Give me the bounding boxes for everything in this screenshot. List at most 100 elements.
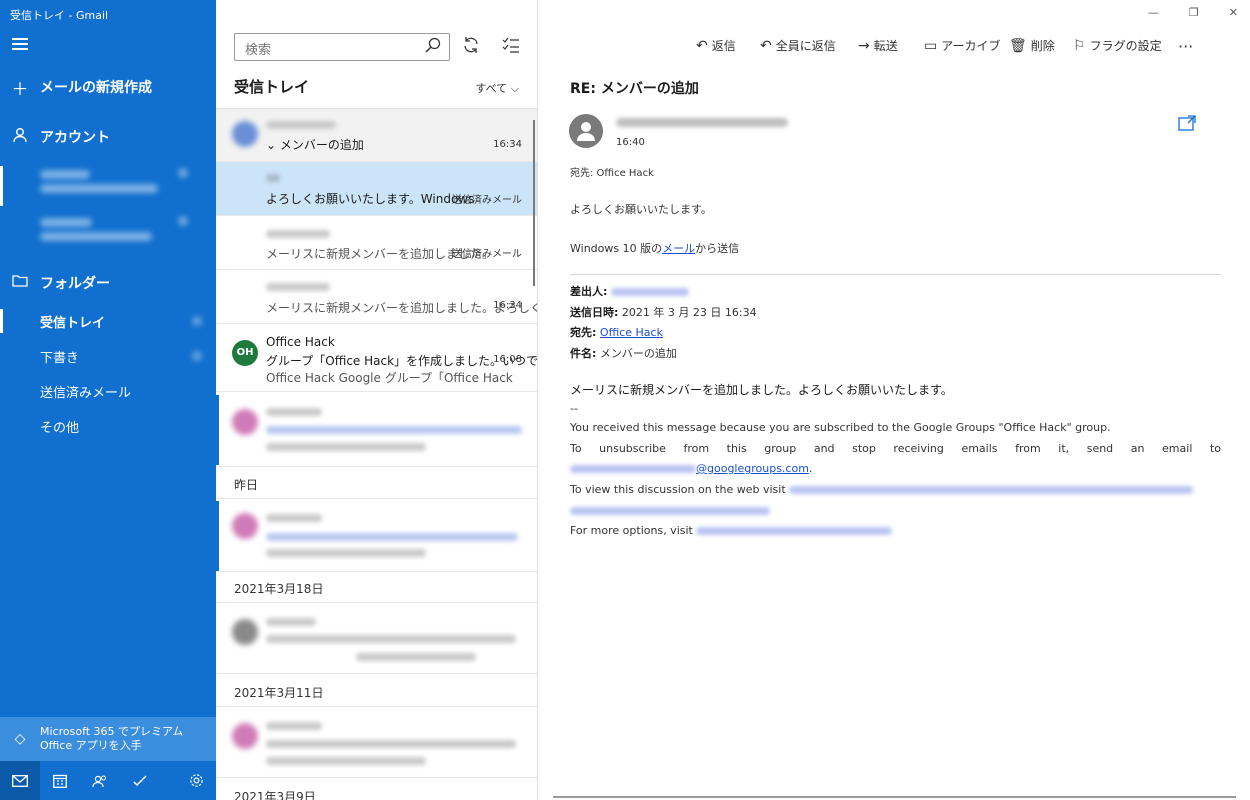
- search-placeholder: 検索: [245, 43, 272, 58]
- message-time: 16:40: [616, 137, 645, 148]
- recipient-line: 宛先: Office Hack: [570, 168, 654, 179]
- more-options-text: For more options, visit: [570, 524, 693, 537]
- quoted-date: 送信日時: 2021 年 3 月 23 日 16:34: [570, 304, 757, 320]
- unsubscribe-line: To unsubscribe from this group and stop …: [570, 442, 1221, 455]
- list-item[interactable]: [216, 393, 537, 467]
- sender-name: [266, 618, 316, 626]
- account-item[interactable]: [0, 208, 216, 252]
- date-value: 2021 年 3 月 23 日 16:34: [621, 306, 757, 319]
- avatar: [232, 619, 258, 645]
- folder-drafts[interactable]: 下書き: [0, 339, 216, 373]
- discussion-link[interactable]: [570, 507, 770, 515]
- promo-text: Microsoft 365 でプレミアム Office アプリを入手: [40, 725, 184, 752]
- trash-icon: 🗑: [1009, 37, 1027, 54]
- reply-all-icon: ↶: [760, 37, 772, 54]
- mail-icon[interactable]: [0, 761, 40, 800]
- message-list-pane: 検索 受信トレイ すべて ⌵ ⌄ メンバーの追加 16:34 よろしくお願いいた…: [216, 0, 538, 800]
- new-mail-button[interactable]: ＋ メールの新規作成: [0, 70, 216, 104]
- filter-label: すべて: [475, 82, 508, 95]
- date-header: 2021年3月18日: [234, 582, 324, 596]
- calendar-icon[interactable]: [40, 761, 80, 800]
- forward-button[interactable]: → 転送: [858, 37, 898, 54]
- forward-label: 転送: [873, 39, 898, 53]
- folder-sent[interactable]: 送信済みメール: [0, 374, 216, 408]
- inbox-title: 受信トレイ: [234, 78, 310, 96]
- open-in-new-window-icon[interactable]: [1178, 115, 1196, 135]
- folder-inbox[interactable]: 受信トレイ: [0, 304, 216, 338]
- to-link[interactable]: Office Hack: [600, 326, 663, 339]
- flag-button[interactable]: ⚐ フラグの設定: [1073, 37, 1162, 54]
- email-link[interactable]: [570, 465, 696, 473]
- options-link[interactable]: [696, 527, 893, 535]
- chevron-down-icon: ⌵: [510, 82, 519, 95]
- from-link[interactable]: [610, 288, 689, 296]
- selection-mode-icon[interactable]: [500, 36, 522, 58]
- person-icon: [0, 127, 40, 148]
- message-time: 16:34: [493, 300, 522, 311]
- list-item[interactable]: [216, 706, 537, 778]
- premium-promo[interactable]: ◇ Microsoft 365 でプレミアム Office アプリを入手: [0, 717, 216, 761]
- archive-button[interactable]: ▭ アーカイブ: [924, 37, 1001, 54]
- window-controls: — ❐ ✕: [1148, 6, 1238, 19]
- sent-from-line: Windows 10 版のメールから送信: [570, 240, 739, 256]
- view-discussion-line: To view this discussion on the web visit: [570, 483, 1221, 496]
- unsubscribe-email: @googlegroups.com.: [570, 462, 1221, 475]
- accounts-header[interactable]: アカウント: [0, 120, 216, 154]
- folders-header[interactable]: フォルダー: [0, 266, 216, 300]
- email-domain-link[interactable]: @googlegroups.com: [696, 462, 809, 475]
- sender-name: [266, 283, 330, 291]
- filter-dropdown[interactable]: すべて ⌵: [475, 80, 519, 96]
- list-item[interactable]: [216, 498, 537, 572]
- message-preview: Office Hack Google グループ「Office Hack: [266, 371, 513, 385]
- chevron-down-icon: ⌄: [266, 138, 277, 152]
- date-header: 2021年3月11日: [234, 686, 324, 700]
- conversation-thread[interactable]: ⌄ メンバーの追加 16:34: [216, 108, 537, 162]
- delete-button[interactable]: 🗑 削除: [1009, 37, 1055, 54]
- mail-app-link[interactable]: メール: [662, 242, 695, 255]
- todo-icon[interactable]: [120, 761, 160, 800]
- discussion-link-cont: [570, 504, 1221, 517]
- horizontal-scrollbar[interactable]: [553, 796, 1236, 798]
- avatar: [232, 723, 258, 749]
- message-preview: [266, 443, 426, 451]
- greeting-text: よろしくお願いいたします。: [570, 203, 712, 216]
- reply-button[interactable]: ↶ 返信: [696, 37, 736, 54]
- new-mail-label: メールの新規作成: [40, 80, 152, 96]
- sender-name: [266, 230, 330, 238]
- reply-all-button[interactable]: ↶ 全員に返信: [760, 37, 836, 54]
- reply-all-label: 全員に返信: [775, 39, 836, 53]
- close-button[interactable]: ✕: [1229, 6, 1238, 19]
- sender-name: [266, 514, 322, 522]
- thread-message[interactable]: よろしくお願いいたします。Windows 送信済みメール: [216, 162, 537, 216]
- folder-label: 受信トレイ: [40, 315, 106, 331]
- sender-avatar: [569, 114, 603, 148]
- window-title: 受信トレイ - Gmail: [10, 9, 109, 22]
- archive-icon: ▭: [924, 37, 938, 54]
- list-item[interactable]: OH Office Hack グループ「Office Hack」を作成しました。…: [216, 324, 537, 392]
- search-input[interactable]: 検索: [234, 33, 450, 61]
- account-item[interactable]: [0, 160, 216, 206]
- thread-subject: ⌄ メンバーの追加: [266, 136, 364, 153]
- message-preview: [356, 653, 476, 661]
- hamburger-menu-icon[interactable]: [12, 38, 28, 52]
- folder-more[interactable]: その他: [0, 409, 216, 443]
- people-icon[interactable]: [80, 761, 120, 800]
- sync-icon[interactable]: [460, 36, 482, 58]
- quoted-from: 差出人:: [570, 283, 689, 299]
- more-options-button[interactable]: ···: [1178, 37, 1193, 56]
- search-icon[interactable]: [425, 37, 441, 57]
- discussion-link[interactable]: [789, 486, 1194, 494]
- quoted-to: 宛先: Office Hack: [570, 324, 663, 340]
- settings-gear-icon[interactable]: [176, 761, 216, 800]
- avatar: OH: [232, 340, 258, 366]
- list-item[interactable]: [216, 602, 537, 674]
- forward-icon: →: [858, 37, 870, 54]
- list-scrollbar[interactable]: [533, 120, 535, 286]
- minimize-button[interactable]: —: [1148, 6, 1159, 19]
- message-preview: [266, 757, 426, 765]
- thread-message[interactable]: メーリスに新規メンバーを追加しました。よろしく 16:34: [216, 270, 537, 324]
- restore-button[interactable]: ❐: [1189, 6, 1199, 19]
- reading-pane: — ❐ ✕ ↶ 返信 ↶ 全員に返信 → 転送 ▭ アーカイブ 🗑 削除 ⚐ フラグの設定 …: [538, 0, 1250, 800]
- more-options-line: For more options, visit: [570, 524, 1221, 537]
- thread-message[interactable]: メーリスに新規メンバーを追加しました。 送信済みメール: [216, 216, 537, 270]
